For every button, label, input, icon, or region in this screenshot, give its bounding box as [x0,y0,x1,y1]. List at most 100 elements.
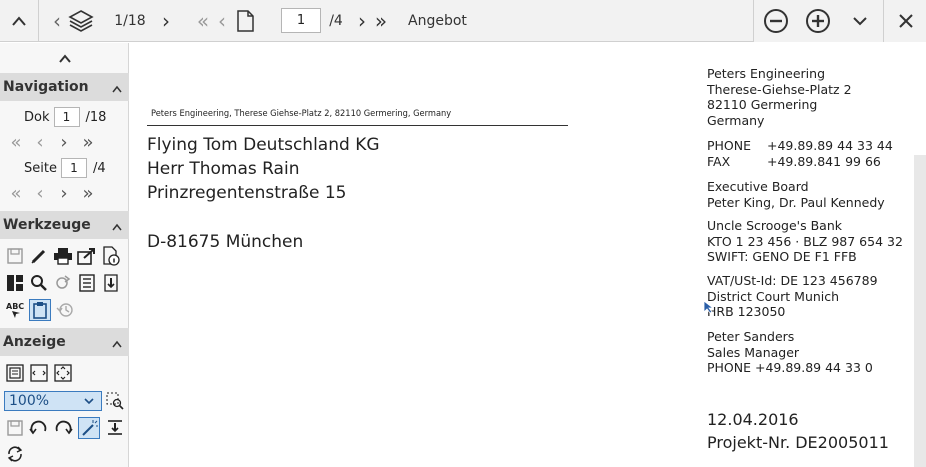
previous-document-button[interactable]: ‹ [28,133,52,153]
person-line: PHONE +49.89.89 44 33 0 [707,360,873,375]
next-document-button[interactable]: › [156,0,176,42]
rotate-left-icon[interactable] [28,417,50,439]
save-icon[interactable] [4,245,26,267]
first-page-button[interactable]: « [4,184,28,204]
text-view-icon[interactable] [76,272,98,294]
navigation-title: Navigation [3,79,89,95]
last-document-button[interactable]: » [76,133,100,153]
next-page-button[interactable]: › [354,0,370,42]
last-page-button[interactable]: » [370,0,392,42]
seite-input[interactable]: 1 [60,158,87,178]
sidebar-collapse-button[interactable] [0,43,129,73]
first-page-button[interactable]: « [192,0,214,42]
layers-icon[interactable] [66,0,96,42]
next-document-button[interactable]: › [52,133,76,153]
project-number: Projekt-Nr. DE2005011 [707,433,889,452]
chevron-up-icon [112,85,122,93]
document-viewer: Peters Engineering, Therese Giehse-Platz… [130,43,926,467]
pencil-icon[interactable] [28,245,50,267]
board-line: Peter King, Dr. Paul Kennedy [707,194,885,210]
page-total: /4 [329,13,343,29]
collapse-up-button[interactable] [0,0,38,42]
recipient-city: D-81675 München [147,232,304,252]
recipient-line-3: Prinzregentenstraße 15 [147,183,347,203]
bank-line: SWIFT: GENO DE F1 FFB [707,249,857,264]
search-icon[interactable] [28,272,50,294]
document-info-icon[interactable] [100,245,122,267]
ocr-icon[interactable]: ABC [4,299,26,321]
seite-label: Seite [24,160,57,176]
company-line: Peters Engineering [707,66,825,81]
clipboard-icon[interactable] [29,299,51,321]
navigation-section-header[interactable]: Navigation [0,73,129,101]
page-input[interactable]: 1 [281,8,321,33]
dok-input[interactable]: 1 [53,107,80,127]
top-toolbar: ‹ 1/18 › « ‹ 1 /4 › » Angebot [0,0,926,42]
fit-all-icon[interactable] [52,362,74,384]
previous-page-button[interactable]: ‹ [28,184,52,204]
dok-label: Dok [24,109,50,125]
phone-label: PHONE [707,138,752,153]
close-button[interactable] [887,0,925,42]
fit-width-icon[interactable] [28,362,50,384]
dok-nav-arrows: « ‹ › » [4,133,100,153]
vertical-scrollbar[interactable] [914,155,926,467]
thumbnails-icon[interactable] [4,272,26,294]
zoom-out-button[interactable] [759,0,793,42]
redo-search-icon[interactable] [52,272,74,294]
save-view-icon[interactable] [4,417,26,439]
fax-label: FAX [707,153,731,169]
chevron-up-icon [12,16,26,26]
person-line: Peter Sanders [707,329,795,344]
download-page-icon[interactable] [100,272,122,294]
rotate-right-icon[interactable] [52,417,74,439]
legal-line: VAT/USt-Id: DE 123 456789 [707,273,878,288]
align-bottom-icon[interactable] [104,417,126,439]
bank-line: Uncle Scrooge's Bank [707,218,842,233]
zoom-region-icon[interactable] [104,390,126,412]
seite-row: Seite 1 /4 [24,158,106,178]
recipient-line-2: Herr Thomas Rain [147,159,300,179]
chevron-down-icon [853,17,867,26]
werkzeuge-section-header[interactable]: Werkzeuge [0,211,129,239]
werkzeuge-title: Werkzeuge [3,217,91,233]
svg-text:ABC: ABC [6,302,24,311]
sender-address-line: Peters Engineering, Therese Giehse-Platz… [151,109,452,119]
next-page-button[interactable]: › [52,184,76,204]
last-page-button[interactable]: » [76,184,100,204]
zoom-select[interactable]: 100% [4,391,102,411]
chevron-down-icon [84,398,94,405]
anzeige-section-header[interactable]: Anzeige [0,328,129,356]
history-icon[interactable] [54,299,76,321]
chevron-up-icon [58,53,71,63]
document-date: 12.04.2016 [707,410,799,429]
person-block: Peter Sanders Sales Manager PHONE +49.89… [707,329,873,376]
export-icon[interactable] [76,245,98,267]
anzeige-title: Anzeige [3,334,66,350]
legal-line: HRB 123050 [707,304,786,319]
magic-wand-icon[interactable] [78,417,100,439]
fit-page-icon[interactable] [4,362,26,384]
dok-row: Dok 1 /18 [24,107,106,127]
bank-line: KTO 1 23 456 · BLZ 987 654 32 [707,233,903,249]
previous-document-button[interactable]: ‹ [46,0,68,42]
first-document-button[interactable]: « [4,133,28,153]
chevron-up-icon [112,223,122,231]
sidebar: Navigation Dok 1 /18 « ‹ › » Seite 1 /4 … [0,43,129,467]
mouse-cursor-icon [703,300,715,314]
fax-value: +49.89.841 99 66 [767,153,881,169]
dropdown-button[interactable] [843,0,877,42]
company-line: Germany [707,112,765,128]
legal-line: District Court Munich [707,288,840,304]
sender-rule [147,125,568,126]
close-icon [899,14,913,28]
previous-page-button[interactable]: ‹ [214,0,230,42]
document-counter: 1/18 [114,13,146,29]
refresh-icon[interactable] [4,443,26,465]
board-block: Executive Board Peter King, Dr. Paul Ken… [707,179,885,210]
board-line: Executive Board [707,179,809,194]
legal-block: VAT/USt-Id: DE 123 456789 District Court… [707,273,878,320]
dok-total: /18 [85,109,107,125]
print-icon[interactable] [52,245,74,267]
zoom-in-button[interactable] [801,0,835,42]
